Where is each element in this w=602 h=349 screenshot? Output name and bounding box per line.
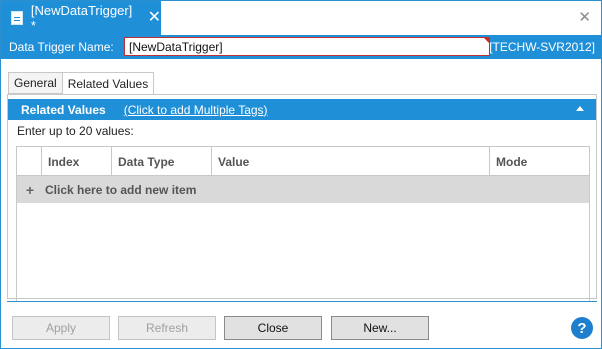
add-new-item-label: Click here to add new item xyxy=(45,182,197,197)
tab-related-values[interactable]: Related Values xyxy=(61,72,155,95)
add-multiple-tags-link[interactable]: (Click to add Multiple Tags) xyxy=(124,103,268,117)
refresh-button[interactable]: Refresh xyxy=(118,316,216,340)
panel-divider xyxy=(7,301,597,302)
document-tab-close-icon[interactable]: ✕ xyxy=(148,10,161,26)
values-hint-text: Enter up to 20 values: xyxy=(17,124,134,138)
related-values-grid: Index Data Type Value Mode + Click here … xyxy=(16,146,590,302)
plus-icon: + xyxy=(25,181,35,198)
column-header-value[interactable]: Value xyxy=(211,147,489,176)
tab-general[interactable]: General xyxy=(8,72,63,94)
trigger-name-input[interactable] xyxy=(124,37,490,56)
document-tab-strip: [NewDataTrigger] * ✕ ✕ xyxy=(1,1,601,35)
window-close-icon[interactable]: ✕ xyxy=(578,8,591,26)
related-values-title: Related Values xyxy=(21,102,106,117)
help-icon[interactable]: ? xyxy=(571,317,593,339)
related-values-header: Related Values (Click to add Multiple Ta… xyxy=(8,99,596,120)
trigger-name-bar: Data Trigger Name: [TECHW-SVR2012] xyxy=(1,35,601,59)
add-new-item-row[interactable]: + Click here to add new item xyxy=(17,176,589,203)
column-header-data-type[interactable]: Data Type xyxy=(111,147,211,176)
close-button[interactable]: Close xyxy=(224,316,322,340)
apply-button[interactable]: Apply xyxy=(12,316,110,340)
collapse-arrow-icon[interactable] xyxy=(576,106,584,111)
document-icon xyxy=(11,11,23,25)
grid-header-row: Index Data Type Value Mode xyxy=(17,146,589,176)
document-tab-title: [NewDataTrigger] * xyxy=(30,3,133,33)
column-header-mode[interactable]: Mode xyxy=(489,147,589,176)
server-name-label: [TECHW-SVR2012] xyxy=(489,40,595,54)
new-button[interactable]: New... xyxy=(331,316,429,340)
document-tab[interactable]: [NewDataTrigger] * ✕ xyxy=(1,1,161,35)
property-tabs: General Related Values xyxy=(8,72,155,95)
column-header-index[interactable]: Index xyxy=(41,147,111,176)
trigger-name-label: Data Trigger Name: xyxy=(9,40,114,54)
data-trigger-window: [NewDataTrigger] * ✕ ✕ Data Trigger Name… xyxy=(0,0,602,349)
